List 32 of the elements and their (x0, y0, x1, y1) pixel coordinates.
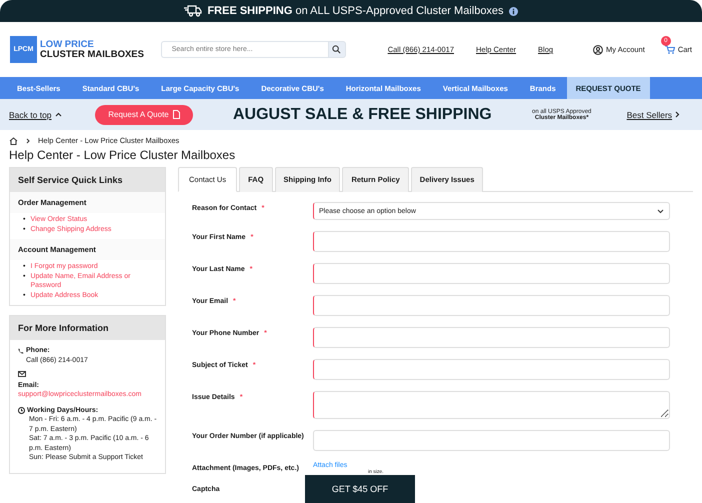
input-field[interactable] (313, 263, 670, 284)
search-icon (332, 45, 342, 54)
chevron-right-icon (675, 111, 680, 118)
home-icon[interactable] (9, 136, 18, 144)
discount-button[interactable]: GET $45 OFF (305, 475, 415, 503)
best-sellers-link[interactable]: Best Sellers (626, 110, 680, 120)
input-field[interactable] (313, 430, 670, 451)
page-title: Help Center - Low Price Cluster Mailboxes (8, 147, 236, 162)
request-quote-button[interactable]: Request A Quote (95, 104, 193, 124)
chevron-right-icon (26, 138, 30, 144)
panel-heading: Self Service Quick Links (10, 168, 165, 192)
document-icon (172, 110, 180, 119)
logo-text[interactable]: LOW PRICE CLUSTER MAILBOXES (40, 40, 144, 60)
phone-icon (18, 348, 24, 354)
clock-icon (18, 406, 25, 414)
text-area[interactable] (313, 391, 670, 419)
input-field[interactable] (313, 359, 670, 380)
chevron-down-icon (657, 208, 664, 214)
chevron-up-icon (54, 112, 62, 117)
panel-heading: For More Information (10, 316, 165, 340)
cart-icon (664, 45, 675, 54)
user-icon (593, 44, 604, 54)
input-field[interactable] (313, 231, 670, 252)
sale-headline: AUGUST SALE & FREE SHIPPING (233, 106, 492, 124)
input-field[interactable] (313, 295, 670, 316)
truck-icon (184, 5, 202, 17)
info-icon (508, 6, 518, 16)
back-to-top-link[interactable]: Back to top (9, 110, 95, 120)
search-button[interactable] (328, 41, 346, 58)
announcement-text: FREE SHIPPING on ALL USPS-Approved Cluster Mailboxes (207, 5, 504, 17)
envelope-icon (18, 371, 26, 377)
input-field[interactable] (313, 327, 670, 348)
